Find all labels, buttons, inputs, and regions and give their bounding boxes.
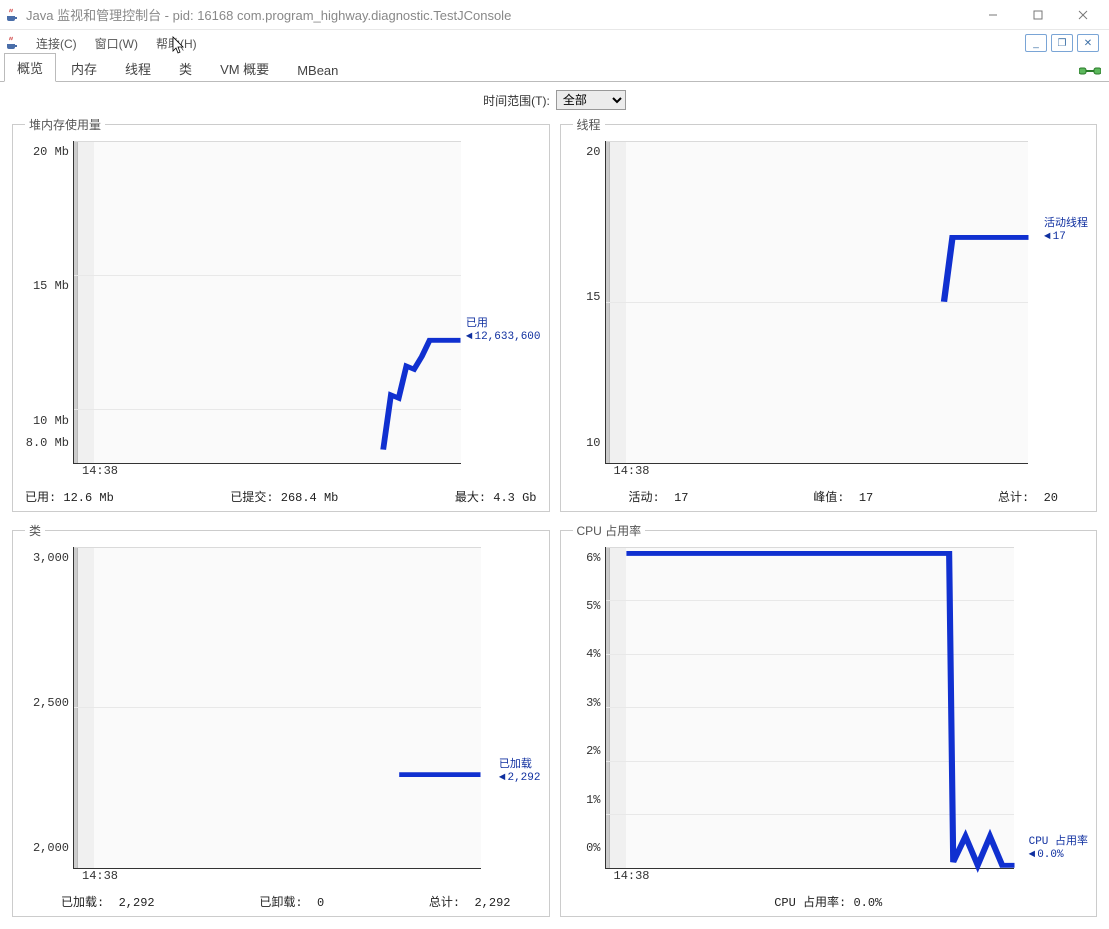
panel-classes-title: 类 [25, 522, 45, 539]
heap-y-labels: 20 Mb 15 Mb 10 Mb 8.0 Mb [21, 141, 73, 480]
maximize-button[interactable] [1015, 1, 1060, 29]
menubar: 连接(C) 窗口(W) 帮助(H) _ ❐ ✕ [0, 30, 1109, 56]
internal-window-controls: _ ❐ ✕ [1025, 34, 1105, 52]
cpu-x-labels: 14:38 [605, 869, 1015, 885]
java-coffee-icon [4, 35, 20, 51]
menu-help[interactable]: 帮助(H) [148, 33, 205, 54]
titlebar: Java 监视和管理控制台 - pid: 16168 com.program_h… [0, 0, 1109, 30]
tabbar: 概览 内存 线程 类 VM 概要 MBean [0, 56, 1109, 82]
threads-y-labels: 20 15 10 [569, 141, 605, 480]
panel-classes: 类 3,000 2,500 2,000 已加载 ◄2,292 [12, 522, 550, 918]
threads-stats: 活动: 17 峰值: 17 总计: 20 [569, 480, 1089, 505]
panel-cpu-title: CPU 占用率 [573, 522, 646, 539]
cpu-stats: CPU 占用率: 0.0% [569, 885, 1089, 910]
time-range-row: 时间范围(T): 全部 [0, 82, 1109, 114]
heap-x-labels: 14:38 [73, 464, 461, 480]
classes-callout: 已加载 ◄2,292 [499, 759, 541, 785]
java-coffee-icon [4, 7, 20, 23]
heap-stats: 已用: 12.6 Mb 已提交: 268.4 Mb 最大: 4.3 Gb [21, 480, 541, 505]
internal-close-button[interactable]: ✕ [1077, 34, 1099, 52]
time-range-label: 时间范围(T): [483, 92, 550, 109]
minimize-button[interactable] [970, 1, 1015, 29]
menu-connection[interactable]: 连接(C) [28, 33, 85, 54]
threads-chart[interactable]: 活动线程 ◄17 [605, 141, 1029, 464]
classes-stats: 已加载: 2,292 已卸载: 0 总计: 2,292 [21, 885, 541, 910]
heap-callout: 已用 ◄12,633,600 [466, 318, 541, 344]
cpu-chart[interactable]: CPU 占用率 ◄0.0% [605, 547, 1015, 870]
cpu-y-labels: 6% 5% 4% 3% 2% 1% 0% [569, 547, 605, 886]
panel-heap-title: 堆内存使用量 [25, 116, 105, 133]
threads-callout: 活动线程 ◄17 [1044, 218, 1088, 244]
window-controls [970, 1, 1105, 29]
classes-y-labels: 3,000 2,500 2,000 [21, 547, 73, 886]
tab-memory[interactable]: 内存 [58, 54, 110, 82]
classes-x-labels: 14:38 [73, 869, 481, 885]
menu-window[interactable]: 窗口(W) [87, 33, 146, 54]
panel-heap: 堆内存使用量 20 Mb 15 Mb 10 Mb 8.0 Mb [12, 116, 550, 512]
time-range-select[interactable]: 全部 [556, 90, 626, 110]
panel-threads-title: 线程 [573, 116, 605, 133]
connection-status-icon [1079, 63, 1099, 79]
panel-cpu: CPU 占用率 6% 5% 4% 3% 2% 1% 0% [560, 522, 1098, 918]
panel-threads: 线程 20 15 10 活动线程 ◄17 [560, 116, 1098, 512]
window-title: Java 监视和管理控制台 - pid: 16168 com.program_h… [26, 5, 970, 24]
close-button[interactable] [1060, 1, 1105, 29]
chart-grid: 堆内存使用量 20 Mb 15 Mb 10 Mb 8.0 Mb [0, 114, 1109, 929]
classes-chart[interactable]: 已加载 ◄2,292 [73, 547, 481, 870]
tab-classes[interactable]: 类 [166, 54, 205, 82]
cpu-callout: CPU 占用率 ◄0.0% [1029, 836, 1088, 862]
internal-restore-button[interactable]: ❐ [1051, 34, 1073, 52]
tab-threads[interactable]: 线程 [112, 54, 164, 82]
threads-x-labels: 14:38 [605, 464, 1029, 480]
tab-vm-summary[interactable]: VM 概要 [207, 54, 282, 82]
tab-mbean[interactable]: MBean [284, 58, 351, 82]
tab-overview[interactable]: 概览 [4, 53, 56, 82]
internal-minimize-button[interactable]: _ [1025, 34, 1047, 52]
heap-chart[interactable]: 已用 ◄12,633,600 [73, 141, 461, 464]
